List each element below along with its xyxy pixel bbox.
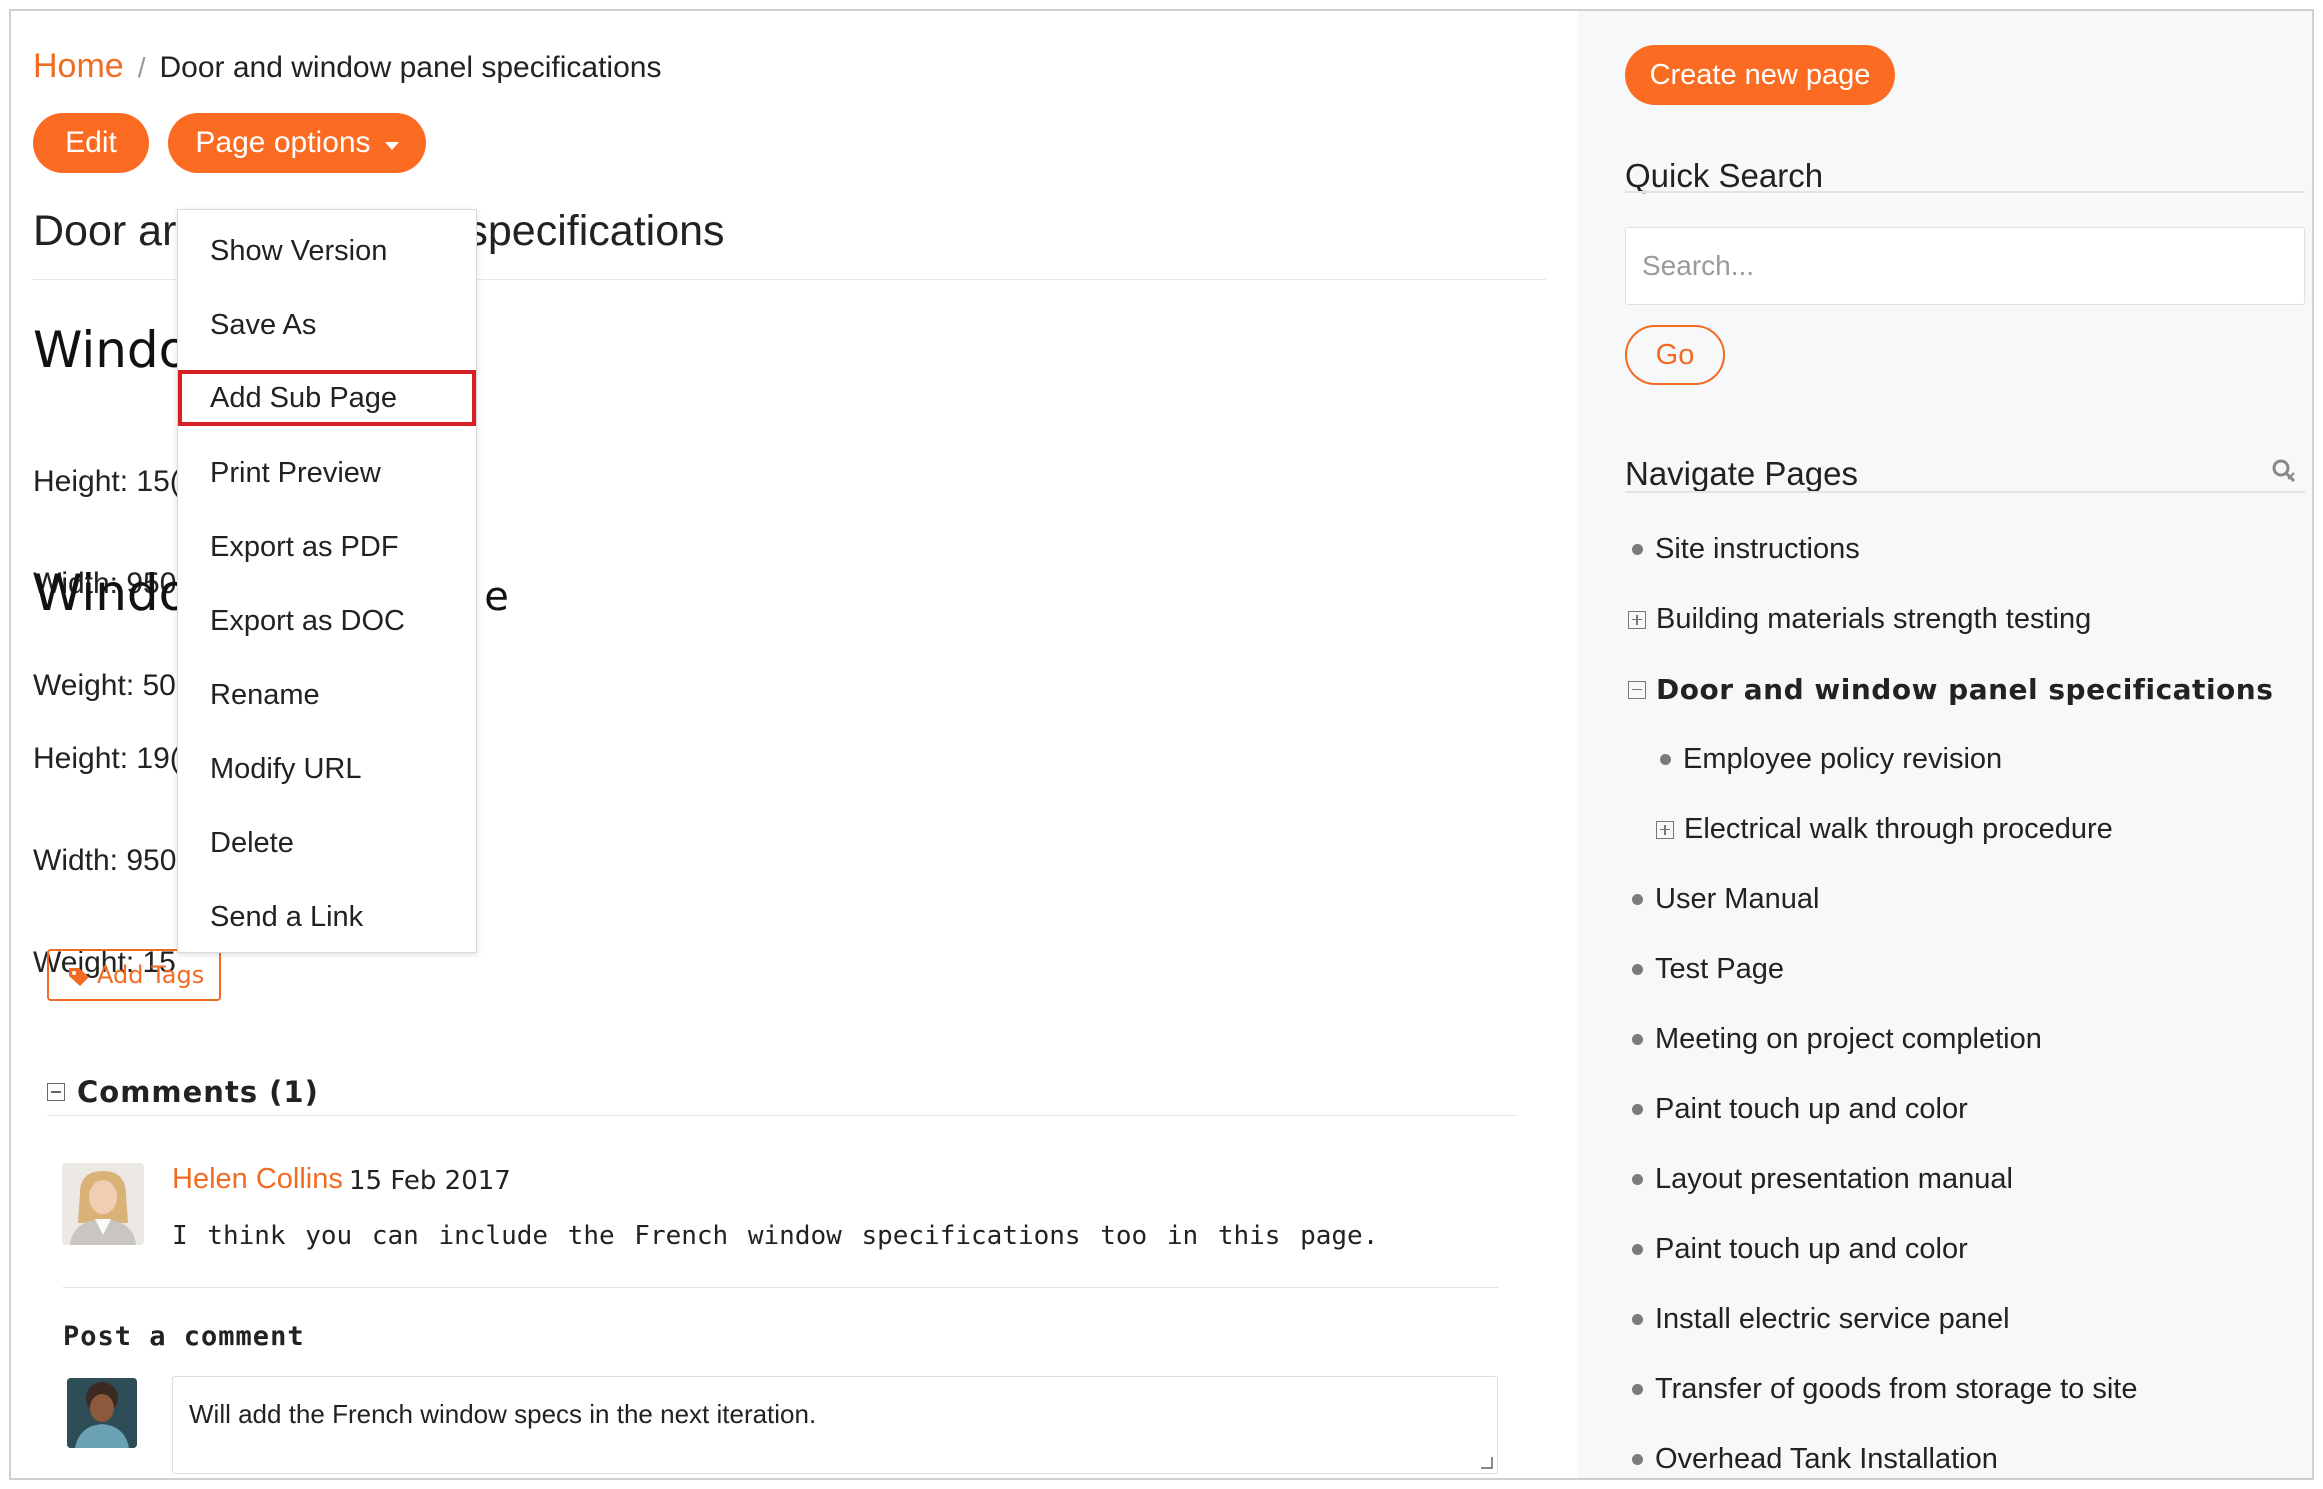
section-heading-1: Windo [33, 321, 190, 379]
menu-item-export-pdf[interactable]: Export as PDF [178, 510, 476, 584]
create-new-page-label: Create new page [1649, 58, 1871, 91]
section-2-heading-tail: e [484, 574, 509, 620]
nav-item-label: Install electric service panel [1655, 1303, 2010, 1335]
nav-item-door-window-current[interactable]: Door and window panel specifications [1628, 673, 2273, 706]
spec-line: Height: 15( [33, 465, 180, 498]
resize-handle-icon[interactable] [1481, 1457, 1493, 1469]
post-comment-heading: Post a comment [63, 1321, 305, 1352]
nav-item-label: Employee policy revision [1683, 743, 2003, 775]
navigate-pages-divider [1625, 491, 2305, 493]
nav-item-label: Overhead Tank Installation [1655, 1443, 1998, 1475]
bullet-icon [1660, 754, 1671, 765]
collapse-icon[interactable] [47, 1083, 65, 1101]
edit-button[interactable]: Edit [33, 113, 149, 173]
go-button[interactable]: Go [1625, 325, 1725, 385]
breadcrumb-separator: / [137, 52, 146, 83]
menu-item-send-link[interactable]: Send a Link [178, 880, 476, 954]
expand-icon[interactable] [1656, 820, 1674, 839]
bullet-icon [1632, 1314, 1643, 1325]
nav-item-test-page[interactable]: Test Page [1632, 953, 1784, 986]
bullet-icon [1632, 1104, 1643, 1115]
comment-divider [63, 1287, 1498, 1288]
nav-item-user-manual[interactable]: User Manual [1632, 883, 1819, 916]
collapse-icon[interactable] [1628, 680, 1646, 699]
nav-item-transfer-goods[interactable]: Transfer of goods from storage to site [1632, 1373, 2137, 1406]
nav-item-electrical-walk[interactable]: Electrical walk through procedure [1656, 813, 2113, 846]
menu-item-add-sub-page[interactable]: Add Sub Page [178, 370, 476, 426]
avatar [67, 1378, 137, 1448]
add-tags-label: Add Tags [97, 961, 205, 989]
go-button-label: Go [1655, 338, 1695, 371]
nav-item-layout-presentation[interactable]: Layout presentation manual [1632, 1163, 2013, 1196]
comment-author-link[interactable]: Helen Collins [172, 1163, 343, 1196]
menu-item-modify-url[interactable]: Modify URL [178, 732, 476, 806]
create-new-page-button[interactable]: Create new page [1625, 45, 1895, 105]
page-options-menu: Show Version Save As Add Sub Page Print … [177, 209, 477, 953]
bullet-icon [1632, 964, 1643, 975]
comments-heading[interactable]: Comments (1) [47, 1075, 319, 1109]
nav-item-label: Paint touch up and color [1655, 1233, 1968, 1265]
edit-button-label: Edit [65, 126, 117, 159]
nav-item-install-electric[interactable]: Install electric service panel [1632, 1303, 2010, 1336]
navigate-pages-heading: Navigate Pages [1625, 455, 1858, 492]
bullet-icon [1632, 1244, 1643, 1255]
menu-item-rename[interactable]: Rename [178, 658, 476, 732]
nav-item-label: Meeting on project completion [1655, 1023, 2042, 1055]
expand-icon[interactable] [1628, 610, 1646, 629]
bullet-icon [1632, 544, 1643, 555]
search-input[interactable] [1625, 227, 2305, 305]
menu-item-export-doc[interactable]: Export as DOC [178, 584, 476, 658]
nav-item-label: Door and window panel specifications [1656, 673, 2274, 706]
bullet-icon [1632, 1454, 1643, 1465]
nav-item-label: Paint touch up and color [1655, 1093, 1968, 1125]
bullet-icon [1632, 894, 1643, 905]
page-options-label: Page options [195, 126, 371, 159]
breadcrumb-current: Door and window panel specifications [159, 51, 662, 84]
nav-item-label: Electrical walk through procedure [1684, 813, 2113, 845]
bullet-icon [1632, 1384, 1643, 1395]
nav-item-label: Building materials strength testing [1656, 603, 2092, 635]
quick-search-heading: Quick Search [1625, 157, 1824, 194]
nav-item-building-materials[interactable]: Building materials strength testing [1628, 603, 2091, 636]
spec-line: Height: 19( [33, 742, 180, 775]
nav-item-label: Site instructions [1655, 533, 1860, 565]
nav-item-label: User Manual [1655, 883, 1820, 915]
nav-item-overhead-tank[interactable]: Overhead Tank Installation [1632, 1443, 1998, 1476]
page-title-left: Door ar [33, 207, 177, 255]
nav-item-paint-touch-up-2[interactable]: Paint touch up and color [1632, 1233, 1968, 1266]
nav-item-meeting[interactable]: Meeting on project completion [1632, 1023, 2042, 1056]
comment-textarea[interactable]: Will add the French window specs in the … [172, 1376, 1498, 1474]
nav-item-employee-policy[interactable]: Employee policy revision [1660, 743, 2002, 776]
caret-down-icon [384, 142, 399, 150]
comment-text: I think you can include the French windo… [172, 1221, 1379, 1251]
menu-item-show-version[interactable]: Show Version [178, 214, 476, 288]
page-title-right: specifications [466, 207, 725, 255]
avatar [62, 1163, 144, 1245]
add-tags-button[interactable]: Add Tags [47, 949, 221, 1001]
menu-item-save-as[interactable]: Save As [178, 288, 476, 362]
comments-heading-label: Comments (1) [77, 1075, 319, 1109]
nav-item-label: Layout presentation manual [1655, 1163, 2013, 1195]
nav-item-site-instructions[interactable]: Site instructions [1632, 533, 1860, 566]
bullet-icon [1632, 1034, 1643, 1045]
quick-search-divider [1625, 191, 2305, 193]
page-options-button[interactable]: Page options [168, 113, 426, 173]
search-icon[interactable] [2270, 457, 2298, 485]
bullet-icon [1632, 1174, 1643, 1185]
menu-item-delete[interactable]: Delete [178, 806, 476, 880]
tag-icon [67, 965, 91, 986]
spec-line: Width: 950 [33, 844, 177, 877]
comment-draft-text: Will add the French window specs in the … [189, 1399, 817, 1429]
menu-item-print-preview[interactable]: Print Preview [178, 436, 476, 510]
section-2-heading-left: Windo [33, 564, 190, 622]
nav-item-paint-touch-up[interactable]: Paint touch up and color [1632, 1093, 1968, 1126]
app-frame: Home / Door and window panel specificati… [9, 9, 2314, 1480]
nav-item-label: Test Page [1655, 953, 1784, 985]
breadcrumb-home-link[interactable]: Home [33, 47, 124, 86]
sidebar: Create new page Quick Search Go Navigate… [1578, 11, 2312, 1478]
comments-divider [47, 1115, 1517, 1116]
comment-date: 15 Feb 2017 [349, 1166, 511, 1196]
breadcrumb: Home / Door and window panel specificati… [33, 47, 661, 86]
nav-item-label: Transfer of goods from storage to site [1655, 1373, 2138, 1405]
